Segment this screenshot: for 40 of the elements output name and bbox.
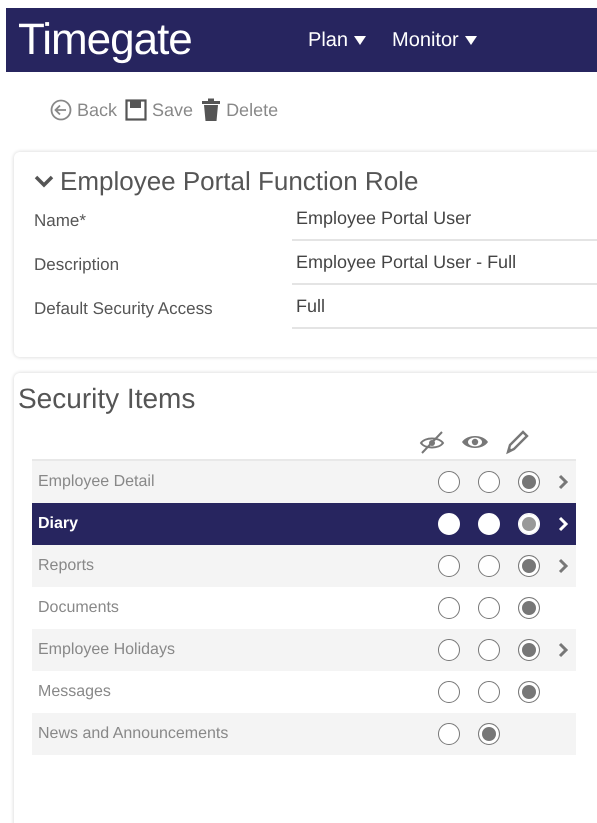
radio-button[interactable] xyxy=(438,597,460,619)
radio-button[interactable] xyxy=(518,555,540,577)
radio-button[interactable] xyxy=(518,597,540,619)
text-field[interactable]: Employee Portal User xyxy=(292,208,597,241)
section-title: Employee Portal Function Role xyxy=(60,166,418,197)
radio-button[interactable] xyxy=(518,471,540,493)
radio-button[interactable] xyxy=(478,723,500,745)
save-button[interactable]: Save xyxy=(125,99,194,121)
security-row[interactable]: News and Announcements xyxy=(32,713,576,755)
radio-button[interactable] xyxy=(438,555,460,577)
logo: Timegate xyxy=(18,15,193,65)
radio-button[interactable] xyxy=(518,681,540,703)
section-title: Security Items xyxy=(18,383,196,415)
trash-icon xyxy=(201,98,222,122)
save-icon xyxy=(125,99,148,121)
radio-button[interactable] xyxy=(438,471,460,493)
security-row[interactable]: Reports xyxy=(32,545,576,587)
field-label: Name* xyxy=(34,211,87,232)
text-field[interactable]: Employee Portal User - Full xyxy=(292,252,597,285)
security-row[interactable]: Employee Holidays xyxy=(32,629,576,671)
radio-button[interactable] xyxy=(518,639,540,661)
radio-button[interactable] xyxy=(478,471,500,493)
radio-button[interactable] xyxy=(438,681,460,703)
radio-button[interactable] xyxy=(478,681,500,703)
chevron-icon[interactable] xyxy=(34,174,54,188)
field-label: Description xyxy=(34,255,120,276)
security-row[interactable]: Employee Detail xyxy=(32,461,576,503)
caret-icon xyxy=(354,35,366,45)
radio-button[interactable] xyxy=(478,597,500,619)
menu-dropdown[interactable]: Plan xyxy=(308,28,366,52)
caret-icon xyxy=(464,35,477,45)
radio-button[interactable] xyxy=(438,723,460,745)
radio-button[interactable] xyxy=(438,639,460,661)
text-field[interactable]: Full xyxy=(292,296,597,329)
field-label: Default Security Access xyxy=(34,299,214,320)
radio-button[interactable] xyxy=(478,555,500,577)
back-button[interactable]: Back xyxy=(50,99,118,121)
radio-button[interactable] xyxy=(478,639,500,661)
menu-dropdown[interactable]: Monitor xyxy=(392,28,477,52)
delete-button[interactable]: Delete xyxy=(201,98,278,122)
